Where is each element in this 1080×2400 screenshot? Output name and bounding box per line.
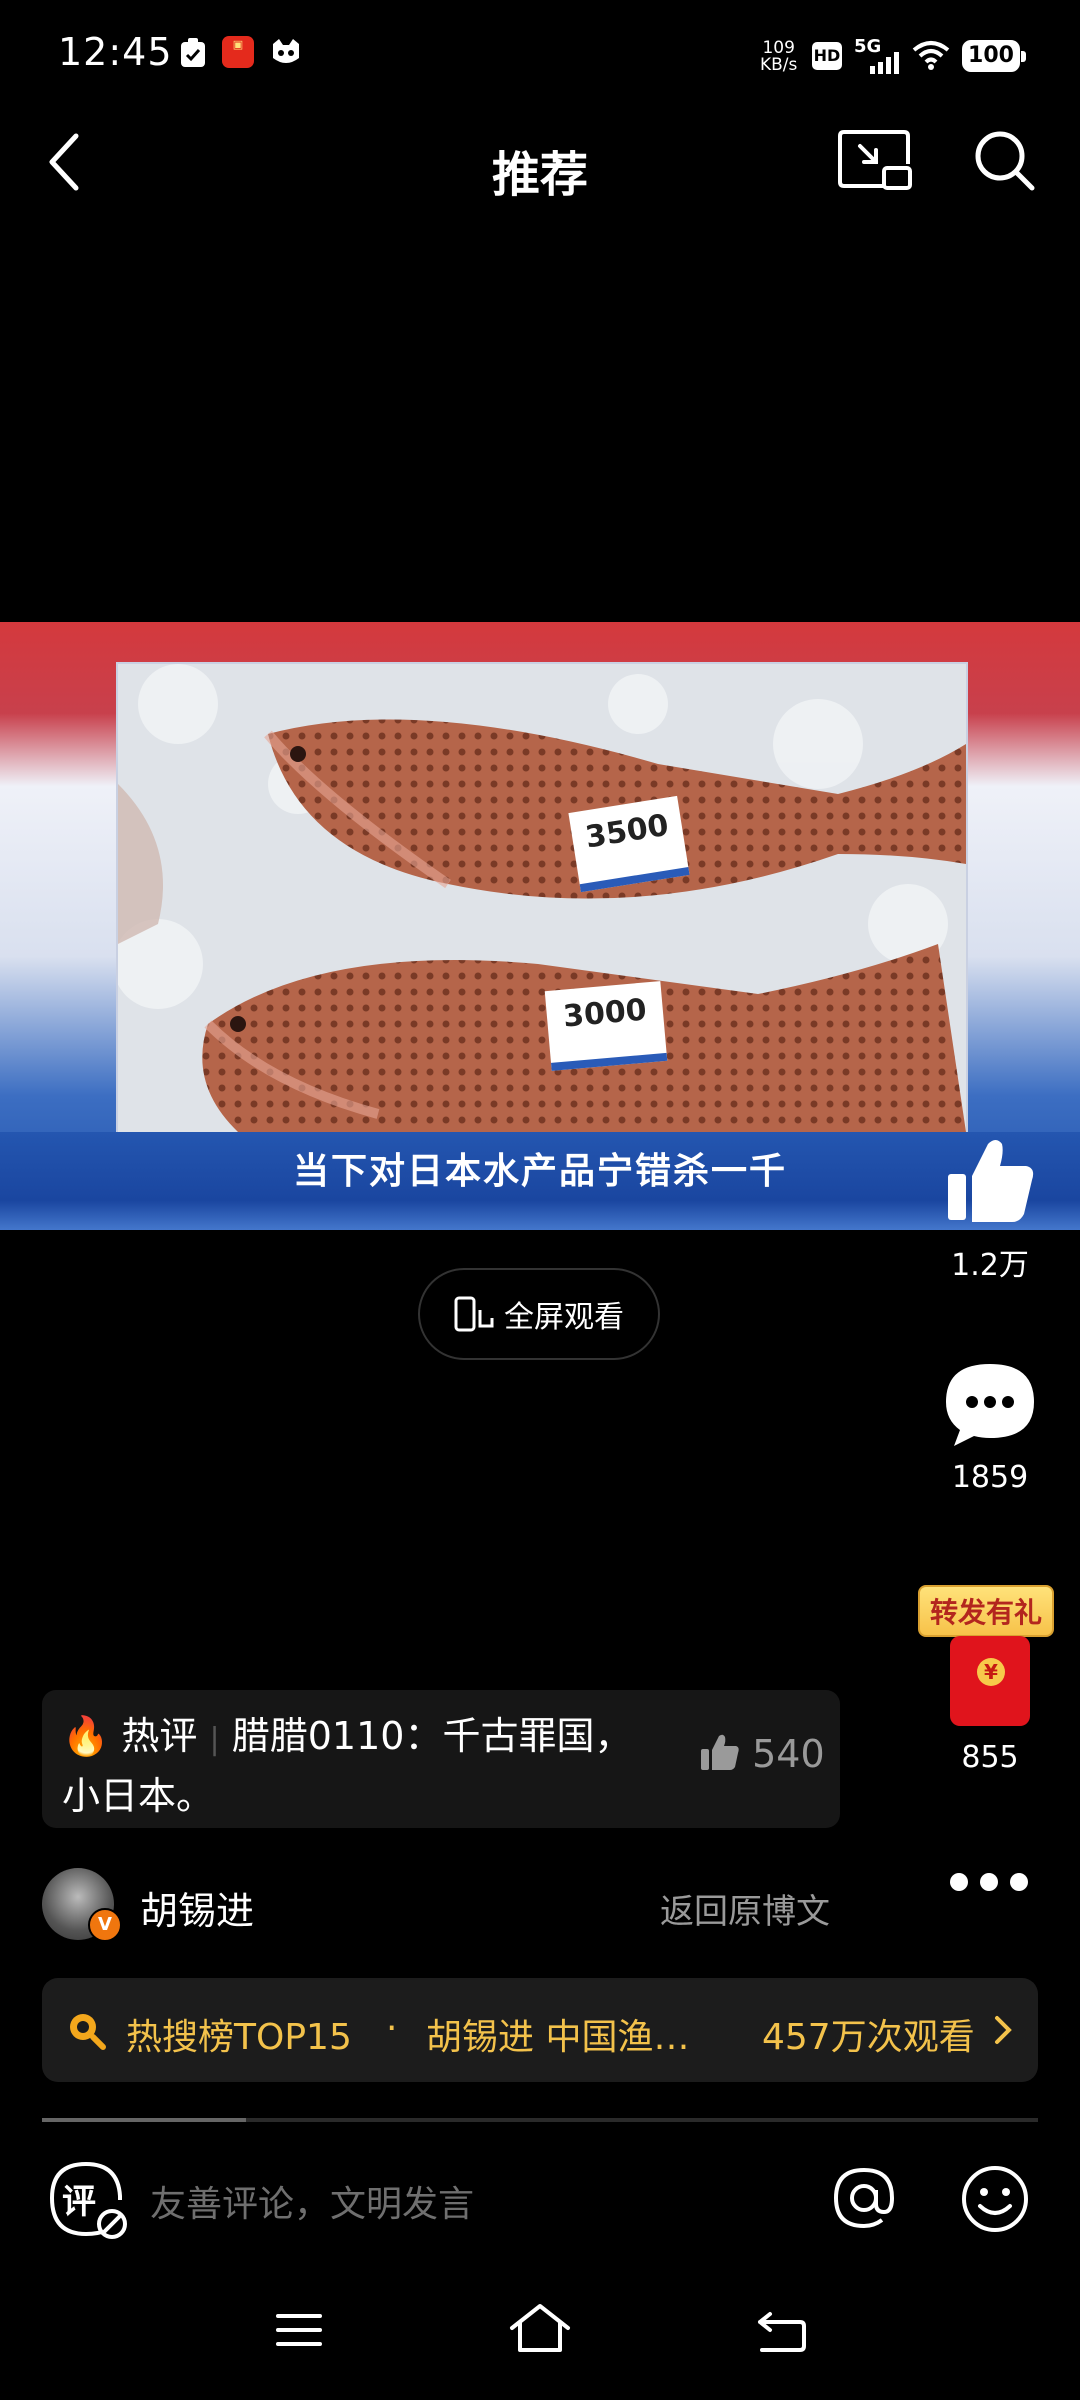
- chevron-right-icon: [995, 2016, 1012, 2044]
- signal-icon: [870, 52, 899, 74]
- video-subtitle: 当下对日本水产品宁错杀一千: [292, 1151, 787, 1192]
- notification-icon: [181, 38, 205, 67]
- video-player[interactable]: 3500 3000 当下对日本水产品宁错杀一千: [0, 622, 1080, 1230]
- hot-search-rank: 热搜榜TOP15: [126, 2017, 352, 2058]
- fire-icon: 🔥: [62, 1714, 110, 1758]
- search-icon: [70, 2014, 106, 2050]
- price-tag: 3500: [568, 795, 690, 893]
- mention-icon[interactable]: [830, 2164, 898, 2232]
- verified-badge: V: [88, 1908, 122, 1942]
- menu-icon[interactable]: [274, 2310, 324, 2350]
- fullscreen-icon: [454, 1296, 494, 1332]
- hot-search-topic: 胡锡进 中国渔…: [426, 2017, 690, 2058]
- back-to-original-link[interactable]: 返回原博文: [660, 1884, 830, 1933]
- price-tag: 3000: [544, 981, 668, 1071]
- thumb-up-icon: [701, 1734, 739, 1770]
- emoji-icon[interactable]: [960, 2164, 1030, 2234]
- fullscreen-label: 全屏观看: [504, 1300, 624, 1335]
- hot-comment-text: ：千古罪国，: [404, 1714, 633, 1758]
- cat-icon: [273, 39, 299, 63]
- more-icon[interactable]: [948, 1870, 1030, 1894]
- like-icon[interactable]: [946, 1136, 1036, 1226]
- video-frame-image: 3500 3000: [116, 662, 968, 1134]
- like-count: 1.2万: [951, 1248, 1029, 1283]
- comment-compose-icon[interactable]: 评: [48, 2160, 127, 2239]
- wifi-icon: [912, 41, 950, 70]
- back-nav-icon[interactable]: [756, 2310, 808, 2354]
- hd-badge: HD: [812, 42, 842, 70]
- battery-indicator: 100: [962, 40, 1026, 72]
- video-progress-bar[interactable]: [42, 2118, 1038, 2122]
- cast-icon[interactable]: [838, 128, 914, 192]
- fullscreen-button[interactable]: 全屏观看: [418, 1268, 660, 1360]
- comment-count: 1859: [951, 1460, 1029, 1495]
- hot-search-banner[interactable]: 热搜榜TOP15 · 胡锡进 中国渔… 457万次观看: [42, 1978, 1038, 2082]
- share-count: 855: [961, 1740, 1019, 1775]
- fish-illustration: [118, 664, 966, 1132]
- page-title: 推荐: [491, 147, 588, 203]
- comment-icon[interactable]: [944, 1360, 1036, 1448]
- hot-search-views: 457万次观看: [762, 2017, 975, 2058]
- hot-comment-text-line2: 小日本。: [62, 1774, 215, 1818]
- hot-comment-like[interactable]: 540: [700, 1732, 825, 1776]
- status-time: 12:45: [58, 30, 173, 74]
- red-packet-icon[interactable]: [950, 1636, 1030, 1726]
- comment-input[interactable]: 友善评论，文明发言: [150, 2175, 474, 2227]
- video-progress-fill: [42, 2118, 247, 2122]
- author-name[interactable]: 胡锡进: [140, 1880, 254, 1935]
- app-icon: ▣: [222, 36, 254, 68]
- hot-comment-like-count: 540: [752, 1732, 825, 1776]
- hot-comment-user[interactable]: 腊腊0110: [232, 1714, 405, 1758]
- search-icon[interactable]: [972, 128, 1038, 194]
- share-promo-badge[interactable]: 转发有礼: [918, 1585, 1055, 1637]
- hot-comment-tag: 热评: [121, 1714, 198, 1758]
- net-speed: 109 KB/s: [760, 38, 798, 75]
- home-icon[interactable]: [508, 2302, 572, 2356]
- hot-search-separator: ·: [386, 2008, 398, 2049]
